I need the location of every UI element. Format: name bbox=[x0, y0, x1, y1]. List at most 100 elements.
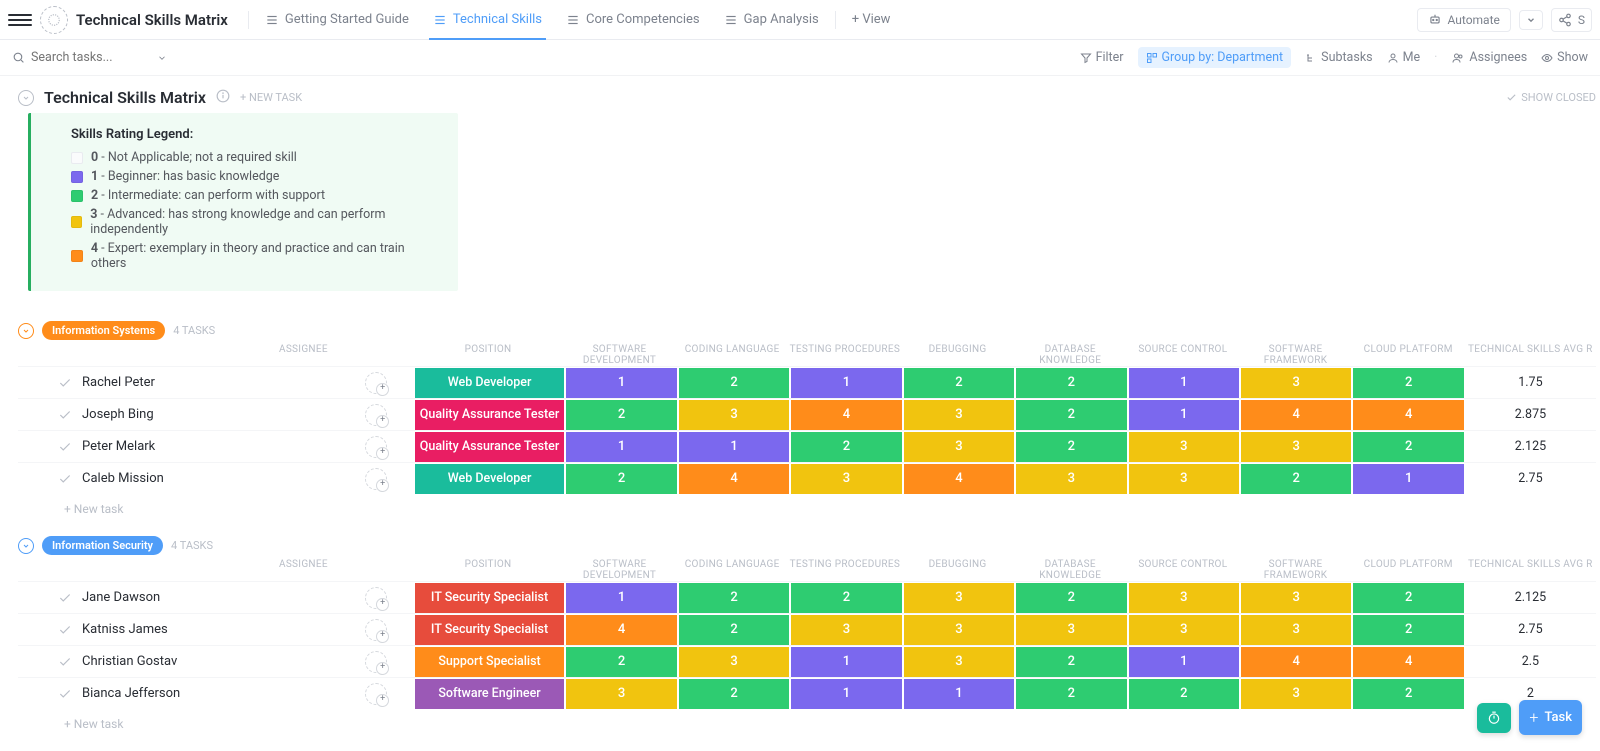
skill-cell[interactable]: 2 bbox=[1129, 679, 1239, 709]
task-name[interactable]: Katniss James bbox=[82, 622, 168, 637]
assignee-avatar[interactable] bbox=[365, 587, 387, 609]
position-cell[interactable]: Quality Assurance Tester bbox=[415, 432, 565, 462]
assignee-cell[interactable] bbox=[339, 619, 414, 641]
add-task-row[interactable]: + New task bbox=[18, 494, 1596, 516]
space-icon[interactable] bbox=[40, 6, 68, 34]
task-name[interactable]: Christian Gostav bbox=[82, 654, 177, 669]
tab-core-competencies[interactable]: Core Competencies bbox=[554, 0, 712, 39]
skill-cell[interactable]: 3 bbox=[679, 647, 789, 677]
check-icon[interactable] bbox=[58, 687, 72, 701]
assignee-cell[interactable] bbox=[339, 651, 414, 673]
skill-cell[interactable]: 4 bbox=[904, 464, 1014, 494]
skill-cell[interactable]: 1 bbox=[791, 647, 901, 677]
position-cell[interactable]: Support Specialist bbox=[415, 647, 565, 677]
skill-cell[interactable]: 1 bbox=[566, 368, 676, 398]
group-label[interactable]: Information Security bbox=[42, 536, 163, 555]
skill-cell[interactable]: 1 bbox=[1129, 400, 1239, 430]
skill-cell[interactable]: 2 bbox=[1016, 647, 1126, 677]
assignee-cell[interactable] bbox=[339, 683, 414, 705]
skill-cell[interactable]: 4 bbox=[1353, 647, 1463, 677]
task-name[interactable]: Bianca Jefferson bbox=[82, 686, 180, 701]
assignee-avatar[interactable] bbox=[365, 404, 387, 426]
skill-cell[interactable]: 2 bbox=[566, 647, 676, 677]
skill-cell[interactable]: 2 bbox=[679, 679, 789, 709]
skill-cell[interactable]: 1 bbox=[1129, 647, 1239, 677]
group-collapse-icon[interactable] bbox=[18, 323, 34, 339]
tab-technical-skills[interactable]: Technical Skills bbox=[421, 0, 554, 39]
task-row[interactable]: Rachel PeterWeb Developer121221321.75 bbox=[18, 366, 1596, 398]
skill-cell[interactable]: 3 bbox=[1129, 615, 1239, 645]
skill-cell[interactable]: 3 bbox=[1241, 368, 1351, 398]
subtasks-button[interactable]: Subtasks bbox=[1305, 50, 1372, 65]
skill-cell[interactable]: 2 bbox=[1016, 432, 1126, 462]
add-view-button[interactable]: + View bbox=[840, 12, 903, 27]
skill-cell[interactable]: 2 bbox=[1353, 679, 1463, 709]
record-fab[interactable] bbox=[1477, 703, 1511, 733]
skill-cell[interactable]: 3 bbox=[904, 400, 1014, 430]
skill-cell[interactable]: 1 bbox=[1353, 464, 1463, 494]
skill-cell[interactable]: 3 bbox=[791, 615, 901, 645]
check-icon[interactable] bbox=[58, 591, 72, 605]
skill-cell[interactable]: 2 bbox=[679, 368, 789, 398]
skill-cell[interactable]: 3 bbox=[1129, 432, 1239, 462]
chevron-down-icon[interactable] bbox=[157, 53, 167, 63]
position-cell[interactable]: Software Engineer bbox=[415, 679, 565, 709]
collapse-list-icon[interactable] bbox=[18, 90, 34, 106]
skill-cell[interactable]: 2 bbox=[904, 368, 1014, 398]
automate-dropdown[interactable] bbox=[1519, 10, 1543, 30]
skill-cell[interactable]: 4 bbox=[1241, 647, 1351, 677]
task-name[interactable]: Rachel Peter bbox=[82, 375, 155, 390]
skill-cell[interactable]: 2 bbox=[1353, 615, 1463, 645]
add-task-row[interactable]: + New task bbox=[18, 709, 1596, 731]
task-row[interactable]: Bianca JeffersonSoftware Engineer3211223… bbox=[18, 677, 1596, 709]
skill-cell[interactable]: 2 bbox=[791, 583, 901, 613]
task-row[interactable]: Peter MelarkQuality Assurance Tester1123… bbox=[18, 430, 1596, 462]
skill-cell[interactable]: 2 bbox=[679, 583, 789, 613]
check-icon[interactable] bbox=[58, 655, 72, 669]
task-row[interactable]: Katniss JamesIT Security Specialist42333… bbox=[18, 613, 1596, 645]
group-collapse-icon[interactable] bbox=[18, 538, 34, 554]
skill-cell[interactable]: 4 bbox=[679, 464, 789, 494]
info-icon[interactable] bbox=[216, 89, 230, 107]
skill-cell[interactable]: 3 bbox=[1241, 679, 1351, 709]
assignee-avatar[interactable] bbox=[365, 619, 387, 641]
tab-getting-started-guide[interactable]: Getting Started Guide bbox=[253, 0, 421, 39]
check-icon[interactable] bbox=[58, 472, 72, 486]
assignee-avatar[interactable] bbox=[365, 468, 387, 490]
skill-cell[interactable]: 2 bbox=[1016, 400, 1126, 430]
share-button[interactable]: S bbox=[1551, 8, 1592, 32]
assignee-avatar[interactable] bbox=[365, 436, 387, 458]
assignee-cell[interactable] bbox=[339, 372, 414, 394]
skill-cell[interactable]: 2 bbox=[791, 432, 901, 462]
position-cell[interactable]: IT Security Specialist bbox=[415, 615, 565, 645]
task-row[interactable]: Caleb MissionWeb Developer243433212.75 bbox=[18, 462, 1596, 494]
skill-cell[interactable]: 3 bbox=[1241, 583, 1351, 613]
skill-cell[interactable]: 3 bbox=[904, 583, 1014, 613]
check-icon[interactable] bbox=[58, 376, 72, 390]
skill-cell[interactable]: 2 bbox=[1016, 679, 1126, 709]
assignee-cell[interactable] bbox=[339, 587, 414, 609]
task-name[interactable]: Caleb Mission bbox=[82, 471, 164, 486]
task-name[interactable]: Joseph Bing bbox=[82, 407, 154, 422]
position-cell[interactable]: IT Security Specialist bbox=[415, 583, 565, 613]
skill-cell[interactable]: 3 bbox=[679, 400, 789, 430]
position-cell[interactable]: Quality Assurance Tester bbox=[415, 400, 565, 430]
skill-cell[interactable]: 2 bbox=[1353, 583, 1463, 613]
assignee-cell[interactable] bbox=[339, 468, 414, 490]
skill-cell[interactable]: 1 bbox=[791, 679, 901, 709]
assignee-avatar[interactable] bbox=[365, 651, 387, 673]
skill-cell[interactable]: 2 bbox=[679, 615, 789, 645]
check-icon[interactable] bbox=[58, 440, 72, 454]
assignee-avatar[interactable] bbox=[365, 683, 387, 705]
skill-cell[interactable]: 2 bbox=[1353, 432, 1463, 462]
tab-gap-analysis[interactable]: Gap Analysis bbox=[712, 0, 831, 39]
groupby-button[interactable]: Group by: Department bbox=[1138, 47, 1292, 68]
show-button[interactable]: Show bbox=[1541, 50, 1588, 65]
skill-cell[interactable]: 2 bbox=[566, 464, 676, 494]
skill-cell[interactable]: 2 bbox=[1353, 368, 1463, 398]
task-name[interactable]: Peter Melark bbox=[82, 439, 155, 454]
skill-cell[interactable]: 3 bbox=[904, 432, 1014, 462]
skill-cell[interactable]: 3 bbox=[904, 615, 1014, 645]
skill-cell[interactable]: 3 bbox=[1129, 583, 1239, 613]
skill-cell[interactable]: 1 bbox=[791, 368, 901, 398]
